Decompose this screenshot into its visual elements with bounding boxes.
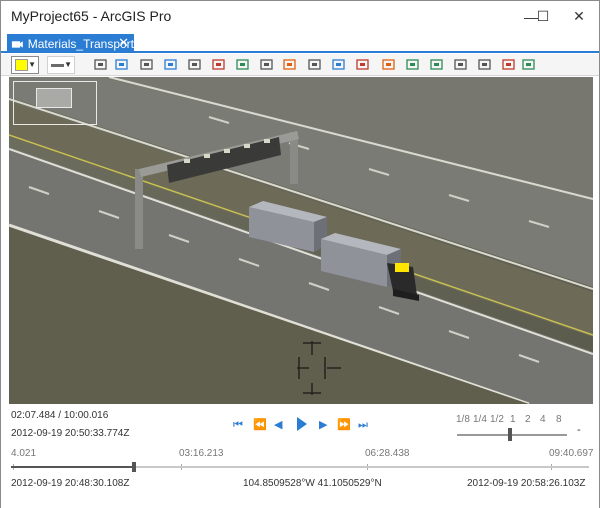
view-tab-strip: Materials_Transport ✕ <box>1 32 599 53</box>
speed-label[interactable]: 1 <box>510 414 516 425</box>
timeline-thumb[interactable] <box>132 462 136 472</box>
close-button[interactable]: ✕ <box>557 1 600 32</box>
start-datetime: 2012-09-19 20:48:30.108Z <box>11 478 130 489</box>
cursor-coordinates: 104.8509528°W 41.1050529°N <box>243 478 382 489</box>
end-datetime: 2012-09-19 20:58:26.103Z <box>467 478 586 489</box>
north-up-icon[interactable] <box>163 57 179 73</box>
frame-stack-icon[interactable] <box>429 57 445 73</box>
speed-label[interactable]: 4 <box>540 414 546 425</box>
arcgis-pro-window: MyProject65 - ArcGIS Pro — ☐ ✕ Materials… <box>0 0 600 508</box>
line-style-picker[interactable]: ▼ <box>47 56 75 74</box>
fast-forward-button[interactable]: ⏩ <box>337 418 351 432</box>
video-toolbar: ▼ ▼ <box>1 54 599 76</box>
bookmark-icon[interactable] <box>259 57 275 73</box>
speed-label[interactable]: 1/8 <box>456 414 470 425</box>
title-bar: MyProject65 - ArcGIS Pro — ☐ ✕ <box>1 1 599 32</box>
export-frame-icon[interactable] <box>235 57 251 73</box>
speed-slider[interactable] <box>457 434 567 436</box>
timeline-tick-label: 06:28.438 <box>365 448 410 459</box>
skip-to-end-button[interactable]: ⏭ <box>358 418 368 432</box>
map-follow-icon[interactable] <box>139 57 155 73</box>
timeline-tick-label: 03:16.213 <box>179 448 224 459</box>
timeline-tick-label: 09:40.697 <box>549 448 594 459</box>
image-export-icon[interactable] <box>405 57 421 73</box>
video-layer-icon <box>11 40 23 48</box>
speed-label[interactable]: 8 <box>556 414 562 425</box>
speed-minus[interactable]: - <box>577 424 581 436</box>
marker-icon[interactable] <box>282 57 298 73</box>
capture-frame-icon[interactable] <box>187 57 203 73</box>
add-marker-icon[interactable] <box>307 57 323 73</box>
window-title: MyProject65 - ArcGIS Pro <box>11 8 172 24</box>
speed-label[interactable]: 1/2 <box>490 414 504 425</box>
timeline-tick-label: 4.021 <box>11 448 37 459</box>
speed-label[interactable]: 2 <box>525 414 531 425</box>
chevron-down-icon: ▼ <box>64 60 72 69</box>
add-polygon-icon[interactable] <box>381 57 397 73</box>
step-forward-button[interactable]: ▶ <box>319 418 327 432</box>
speed-slider-thumb[interactable] <box>508 428 512 441</box>
overview-viewport[interactable] <box>36 88 72 108</box>
overview-inset[interactable] <box>13 81 97 125</box>
player-controls: 02:07.484 / 10:00.016 2012-09-19 20:50:3… <box>1 404 599 508</box>
elapsed-time: 02:07.484 / 10:00.016 <box>11 410 109 421</box>
add-line-icon[interactable] <box>355 57 371 73</box>
tab-materials-transport[interactable]: Materials_Transport ✕ <box>7 34 134 53</box>
pan-to-frame-icon[interactable] <box>114 57 130 73</box>
current-datetime: 2012-09-19 20:50:33.774Z <box>11 428 130 439</box>
fill-color-picker[interactable]: ▼ <box>11 56 39 74</box>
copy-icon[interactable] <box>521 57 537 73</box>
video-frame[interactable] <box>9 77 593 404</box>
export-clip-icon[interactable] <box>501 57 517 73</box>
timeline-slider[interactable] <box>11 466 589 468</box>
timeline-progress <box>11 466 134 468</box>
zoom-to-video-icon[interactable] <box>93 57 109 73</box>
tab-close-icon[interactable]: ✕ <box>118 35 129 51</box>
delete-frame-icon[interactable] <box>211 57 227 73</box>
play-button[interactable] <box>297 417 307 431</box>
view-video-icon[interactable] <box>477 57 493 73</box>
chevron-down-icon: ▼ <box>28 60 36 69</box>
skip-to-start-button[interactable]: ⏮ <box>233 418 243 432</box>
rewind-button[interactable]: ⏪ <box>253 418 267 432</box>
speed-label[interactable]: 1/4 <box>473 414 487 425</box>
aerial-video-image <box>9 77 593 404</box>
add-point-icon[interactable] <box>331 57 347 73</box>
presentation-icon[interactable] <box>453 57 469 73</box>
fill-color-swatch <box>15 59 28 71</box>
line-style-icon <box>51 64 64 67</box>
step-back-button[interactable]: ◀ <box>274 418 282 432</box>
